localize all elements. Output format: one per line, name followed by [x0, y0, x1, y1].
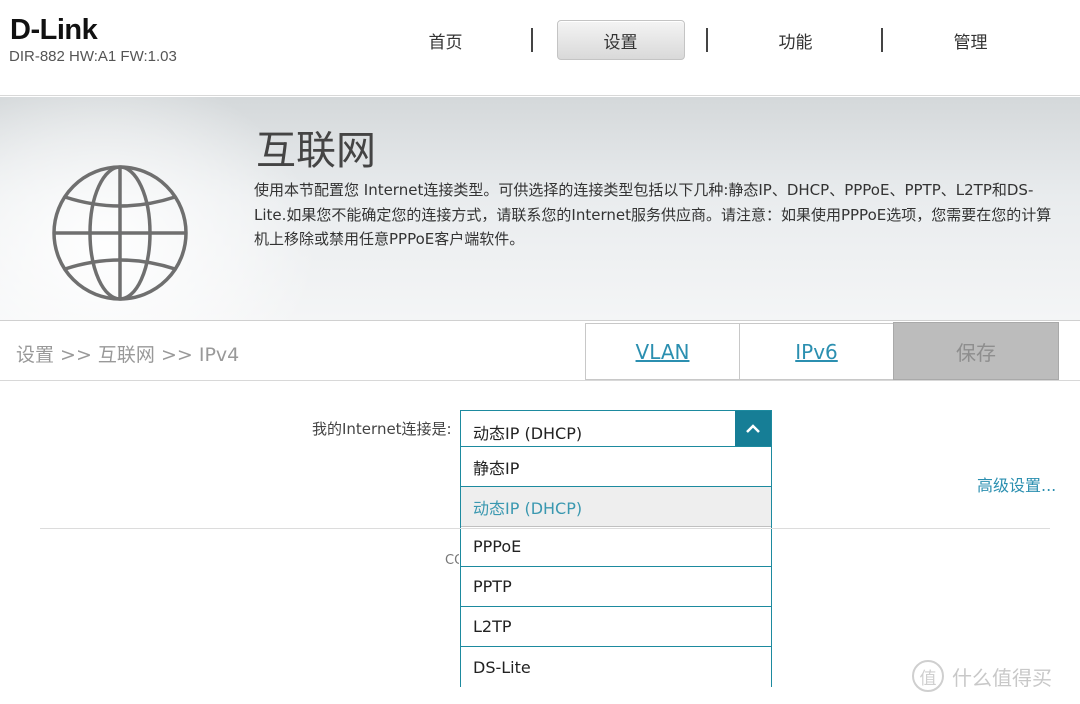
- section-divider: [40, 528, 1050, 529]
- main-nav: 首页 设置 功能 管理: [358, 20, 1058, 60]
- nav-features-label: 功能: [778, 32, 813, 53]
- nav-home[interactable]: 首页: [358, 20, 533, 60]
- globe-icon: [52, 165, 188, 301]
- nav-home-label: 首页: [428, 32, 463, 53]
- connection-type-value: 动态IP (DHCP): [473, 424, 583, 443]
- tab-vlan[interactable]: VLAN: [585, 323, 740, 380]
- watermark: 值 什么值得买: [912, 660, 1052, 692]
- top-header: D-Link DIR-882 HW:A1 FW:1.03 首页 设置 功能 管理: [0, 0, 1080, 96]
- option-l2tp[interactable]: L2TP: [461, 607, 771, 647]
- chevron-up-icon[interactable]: [735, 411, 771, 446]
- connection-type-select[interactable]: 动态IP (DHCP): [460, 410, 772, 447]
- option-pptp[interactable]: PPTP: [461, 567, 771, 607]
- dlink-logo: D-Link: [10, 14, 98, 46]
- nav-management-label: 管理: [953, 32, 988, 53]
- save-button[interactable]: 保存: [893, 322, 1059, 380]
- advanced-settings-link[interactable]: 高级设置...: [977, 472, 1056, 496]
- option-ds-lite[interactable]: DS-Lite: [461, 647, 771, 687]
- watermark-text: 什么值得买: [952, 665, 1052, 690]
- nav-settings-label: 设置: [603, 32, 638, 53]
- watermark-badge-icon: 值: [912, 660, 944, 692]
- page-title: 互联网: [256, 128, 376, 174]
- breadcrumb: 设置 >> 互联网 >> IPv4: [16, 344, 240, 366]
- option-pppoe[interactable]: PPPoE: [461, 527, 771, 567]
- page-description: 使用本节配置您 Internet连接类型。可供选择的连接类型包括以下几种:静态I…: [254, 181, 1052, 248]
- connection-type-dropdown: 静态IP 动态IP (DHCP) PPPoE PPTP L2TP DS-Lite: [460, 447, 772, 687]
- nav-settings[interactable]: 设置: [533, 20, 708, 60]
- obscured-text: CO: [445, 553, 459, 568]
- nav-management[interactable]: 管理: [883, 20, 1058, 60]
- nav-features[interactable]: 功能: [708, 20, 883, 60]
- option-static-ip[interactable]: 静态IP: [461, 447, 771, 487]
- connection-type-label: 我的Internet连接是:: [312, 420, 452, 438]
- option-dhcp[interactable]: 动态IP (DHCP): [461, 487, 771, 527]
- tab-ipv6[interactable]: IPv6: [739, 323, 894, 380]
- model-info: DIR-882 HW:A1 FW:1.03: [9, 48, 177, 65]
